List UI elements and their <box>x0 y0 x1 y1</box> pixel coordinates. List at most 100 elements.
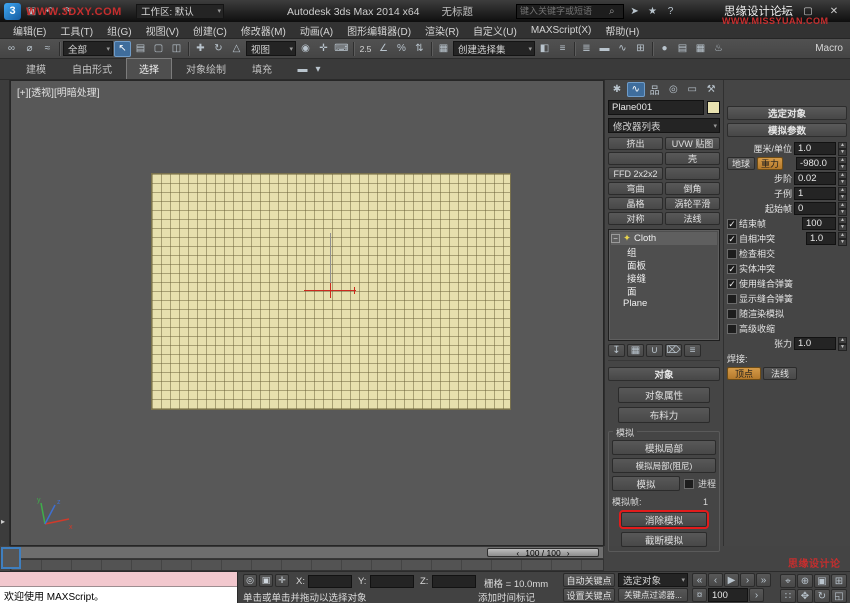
spinner-snap-icon[interactable]: ⇅ <box>411 41 428 57</box>
select-and-move-icon[interactable]: ✚ <box>192 41 209 57</box>
keyboard-shortcut-override-icon[interactable]: ⌨ <box>333 41 350 57</box>
modifier-preset-button[interactable] <box>608 152 663 165</box>
menu-item[interactable]: 工具(T) <box>53 23 100 38</box>
viewport-layout-tabs-arrow[interactable]: ▸ <box>1 517 5 526</box>
stack-item-group[interactable]: 组 <box>611 245 717 258</box>
key-mode-dropdown[interactable]: 选定对象 ▾ <box>618 573 688 587</box>
progress-checkbox[interactable] <box>684 479 694 489</box>
ribbon-options-icon[interactable]: ▬ <box>294 61 311 77</box>
step-field[interactable]: 0.02 <box>794 172 836 185</box>
check-intersections-checkbox[interactable] <box>727 249 737 259</box>
tab-create-icon[interactable]: ✱ <box>608 82 626 97</box>
search-icon[interactable]: ⌕ <box>609 6 615 17</box>
macro-recorder-line[interactable] <box>0 572 237 587</box>
cloth-plane-object[interactable] <box>151 173 511 410</box>
percent-snap-icon[interactable]: % <box>393 41 410 57</box>
rendered-frame-window-icon[interactable]: ▦ <box>692 41 709 57</box>
unlink-selection-icon[interactable]: ⌀ <box>21 41 38 57</box>
app-logo-icon[interactable]: 3 <box>4 3 21 20</box>
orbit-icon[interactable]: ↻ <box>814 589 830 603</box>
communication-center-icon[interactable]: ➤ <box>627 4 642 19</box>
go-to-start-icon[interactable]: « <box>692 573 707 587</box>
weld-vertex-button[interactable]: 顶点 <box>727 367 761 380</box>
pin-stack-icon[interactable]: ↧ <box>608 344 625 357</box>
maximize-viewport-icon[interactable]: ◱ <box>831 589 847 603</box>
listener-line[interactable]: 欢迎使用 MAXScript。 <box>0 587 237 603</box>
modifier-preset-button[interactable]: 涡轮平滑 <box>665 197 720 210</box>
ribbon-tab-object-paint[interactable]: 对象绘制 <box>174 59 238 79</box>
ribbon-tab-freeform[interactable]: 自由形式 <box>60 59 124 79</box>
selected-object-rollout-header[interactable]: 选定对象 <box>727 106 847 120</box>
truncate-simulation-button[interactable]: 截断模拟 <box>621 532 707 547</box>
modifier-preset-button[interactable]: 弯曲 <box>608 182 663 195</box>
zoom-extents-icon[interactable]: ▣ <box>814 574 830 588</box>
edit-named-selection-sets-icon[interactable]: ▦ <box>435 41 452 57</box>
play-icon[interactable]: ▶ <box>724 573 739 587</box>
earth-button[interactable]: 地球 <box>727 157 755 170</box>
spinner[interactable]: ▲▼ <box>838 187 847 200</box>
select-and-manipulate-icon[interactable]: ✛ <box>315 41 332 57</box>
reference-coordinate-dropdown[interactable]: 视图 ▾ <box>246 41 296 56</box>
layer-manager-icon[interactable]: ≣ <box>578 41 595 57</box>
select-and-link-icon[interactable]: ∞ <box>3 41 20 57</box>
z-coordinate-field[interactable] <box>432 575 476 588</box>
zoom-extents-all-icon[interactable]: ⊞ <box>831 574 847 588</box>
tab-motion-icon[interactable]: ◎ <box>665 82 683 97</box>
erase-simulation-button[interactable]: 消除模拟 <box>621 512 707 527</box>
zoom-icon[interactable]: ⌖ <box>780 574 796 588</box>
tab-hierarchy-icon[interactable]: 品 <box>646 82 664 97</box>
modifier-preset-button[interactable]: 倒角 <box>665 182 720 195</box>
pan-icon[interactable]: ✥ <box>797 589 813 603</box>
simulate-local-damped-button[interactable]: 模拟局部(阻尼) <box>612 458 716 473</box>
window-crossing-icon[interactable]: ◫ <box>168 41 185 57</box>
time-slider-track[interactable]: ‹ 100 / 100 › <box>10 546 604 559</box>
current-frame-field[interactable]: 100 <box>708 588 748 602</box>
modifier-preset-button[interactable]: 挤出 <box>608 137 663 150</box>
auto-key-button[interactable]: 自动关键点 <box>563 573 615 587</box>
align-icon[interactable]: ≡ <box>554 41 571 57</box>
selection-lock-icon[interactable]: ▣ <box>259 574 273 587</box>
menu-item[interactable]: 动画(A) <box>293 23 340 38</box>
menu-item[interactable]: 自定义(U) <box>466 23 524 38</box>
stack-item-faces[interactable]: 面 <box>611 284 717 297</box>
spinner[interactable]: ▲▼ <box>838 232 847 245</box>
favorites-icon[interactable]: ★ <box>645 4 660 19</box>
ribbon-toggle-icon[interactable]: ▬ <box>596 41 613 57</box>
select-object-icon[interactable]: ↖ <box>114 41 131 57</box>
stack-item-cloth[interactable]: − ✦ Cloth <box>611 232 717 245</box>
select-and-scale-icon[interactable]: △ <box>228 41 245 57</box>
menu-item[interactable]: 修改器(M) <box>234 23 293 38</box>
menu-item[interactable]: 创建(C) <box>186 23 234 38</box>
gizmo-y-axis[interactable] <box>330 283 331 298</box>
named-selection-dropdown[interactable]: 创建选择集 ▾ <box>453 41 535 56</box>
menu-item[interactable]: MAXScript(X) <box>524 25 599 36</box>
simulate-on-render-checkbox[interactable] <box>727 309 737 319</box>
ribbon-tab-selection[interactable]: 选择 <box>126 58 172 79</box>
modifier-preset-button[interactable]: 晶格 <box>608 197 663 210</box>
go-to-end-icon[interactable]: » <box>756 573 771 587</box>
select-by-name-icon[interactable]: ▤ <box>132 41 149 57</box>
cm-unit-field[interactable]: 1.0 <box>794 142 836 155</box>
key-filters-button[interactable]: 关键点过滤器... <box>618 588 688 602</box>
menu-item[interactable]: 组(G) <box>100 23 138 38</box>
cloth-forces-button[interactable]: 布料力 <box>618 407 710 423</box>
viewport-layout-tab[interactable] <box>1 547 21 569</box>
add-time-tag[interactable]: 添加时间标记 <box>478 590 535 603</box>
use-sewing-springs-checkbox[interactable]: ✓ <box>727 279 737 289</box>
object-color-swatch[interactable] <box>707 101 720 114</box>
spinner[interactable]: ▲▼ <box>838 142 847 155</box>
x-coordinate-field[interactable] <box>308 575 352 588</box>
tab-utilities-icon[interactable]: ⚒ <box>702 82 720 97</box>
infocenter-search[interactable]: ⌕ <box>516 4 624 19</box>
modifier-preset-button[interactable]: UVW 贴图 <box>665 137 720 150</box>
ribbon-minimize-icon[interactable]: ▾ <box>313 61 323 77</box>
selection-region-icon[interactable]: ▢ <box>150 41 167 57</box>
configure-modifier-sets-icon[interactable]: ≡ <box>684 344 701 357</box>
spinner[interactable]: ▲▼ <box>838 172 847 185</box>
spinner[interactable]: ▲▼ <box>838 337 847 350</box>
self-collision-field[interactable]: 1.0 <box>806 232 836 245</box>
next-key-icon[interactable]: › <box>749 588 764 602</box>
show-sewing-springs-checkbox[interactable] <box>727 294 737 304</box>
angle-snap-icon[interactable]: ∠ <box>375 41 392 57</box>
selection-filter-dropdown[interactable]: 全部 ▾ <box>63 41 113 56</box>
